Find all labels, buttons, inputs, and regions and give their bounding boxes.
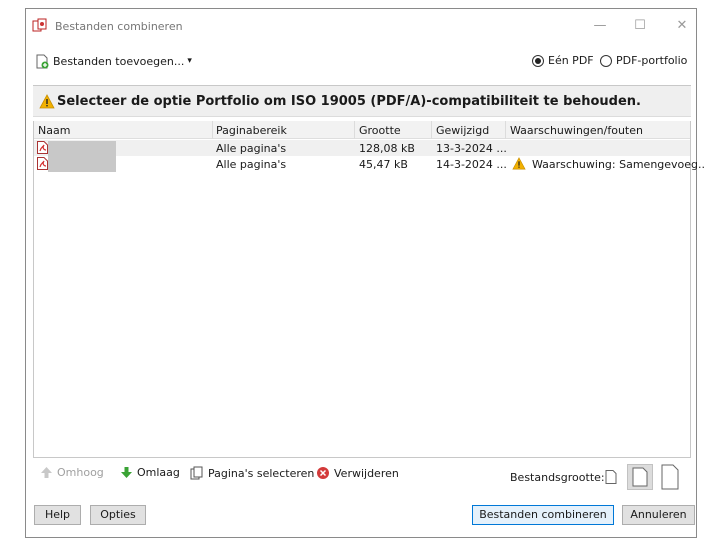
row-modified: 13-3-2024 ...: [436, 142, 507, 155]
minimize-button[interactable]: —: [586, 16, 614, 36]
move-up-label: Omhoog: [57, 466, 104, 479]
radio-pdf-portfolio-label: PDF-portfolio: [616, 54, 688, 67]
list-tools: Omhoog Omlaag Pagina's selecteren Verwij…: [34, 463, 692, 490]
select-pages-button[interactable]: Pagina's selecteren: [190, 466, 314, 480]
delete-button[interactable]: Verwijderen: [316, 466, 399, 480]
column-header-name[interactable]: Naam: [38, 124, 70, 137]
file-size-default-icon[interactable]: [627, 464, 653, 490]
table-row[interactable]: Alle pagina's 128,08 kB 13-3-2024 ...: [34, 140, 690, 158]
warning-icon: [39, 93, 55, 108]
row-size: 128,08 kB: [359, 142, 415, 155]
radio-pdf-portfolio[interactable]: PDF-portfolio: [600, 54, 687, 67]
cancel-button[interactable]: Annuleren: [622, 505, 695, 525]
pdf-file-icon: [37, 157, 48, 170]
radio-pdf-portfolio-indicator: [600, 54, 612, 67]
title-bar: Bestanden combineren — ☐ ✕: [26, 9, 696, 43]
add-files-label: Bestanden toevoegen...: [53, 54, 185, 68]
pdf-file-icon: [37, 141, 48, 154]
row-pages: Alle pagina's: [216, 142, 287, 155]
top-toolbar: Bestanden toevoegen... ▾ Eén PDF PDF-por…: [26, 47, 696, 75]
chevron-down-icon: ▾: [187, 56, 192, 66]
arrow-down-icon: [121, 467, 132, 478]
column-separator[interactable]: [212, 121, 213, 139]
add-file-icon: [36, 54, 49, 68]
pages-icon: [190, 466, 203, 480]
warning-icon: [512, 157, 526, 170]
options-button[interactable]: Opties: [90, 505, 146, 525]
radio-single-pdf-indicator: [532, 54, 544, 67]
add-files-button[interactable]: Bestanden toevoegen... ▾: [35, 52, 192, 70]
pdfa-warning-banner: Selecteer de optie Portfolio om ISO 1900…: [33, 85, 691, 117]
file-size-small-icon[interactable]: [604, 469, 618, 485]
row-modified: 14-3-2024 ...: [436, 158, 507, 171]
table-header: Naam Paginabereik Grootte Gewijzigd Waar…: [34, 121, 690, 139]
radio-single-pdf-label: Eén PDF: [548, 54, 594, 67]
move-down-button[interactable]: Omlaag: [120, 466, 180, 479]
files-table: Naam Paginabereik Grootte Gewijzigd Waar…: [33, 121, 704, 458]
row-warning: Waarschuwing: Samengevoeg...: [532, 158, 704, 171]
radio-single-pdf[interactable]: Eén PDF: [532, 54, 594, 67]
acrobat-combine-icon: [32, 18, 47, 32]
row-pages: Alle pagina's: [216, 158, 287, 171]
combine-files-button[interactable]: Bestanden combineren: [472, 505, 614, 525]
column-separator[interactable]: [354, 121, 355, 139]
delete-icon: [317, 467, 329, 479]
column-separator[interactable]: [505, 121, 506, 139]
close-button[interactable]: ✕: [668, 16, 696, 36]
column-header-warnings[interactable]: Waarschuwingen/fouten: [510, 124, 643, 137]
window-title: Bestanden combineren: [55, 20, 183, 33]
arrow-up-icon: [41, 467, 52, 478]
column-separator[interactable]: [431, 121, 432, 139]
warning-text: Selecteer de optie Portfolio om ISO 1900…: [57, 93, 641, 109]
delete-label: Verwijderen: [334, 466, 399, 480]
combine-files-dialog: Bestanden combineren — ☐ ✕ Bestanden toe…: [25, 8, 704, 538]
column-header-size[interactable]: Grootte: [359, 124, 401, 137]
move-up-button[interactable]: Omhoog: [40, 466, 104, 479]
file-name-redacted: [48, 155, 116, 172]
maximize-button[interactable]: ☐: [626, 16, 654, 36]
row-size: 45,47 kB: [359, 158, 408, 171]
column-header-modified[interactable]: Gewijzigd: [436, 124, 489, 137]
help-button[interactable]: Help: [34, 505, 81, 525]
file-size-label: Bestandsgrootte:: [510, 471, 605, 484]
select-pages-label: Pagina's selecteren: [208, 466, 315, 480]
column-header-pages[interactable]: Paginabereik: [216, 124, 287, 137]
move-down-label: Omlaag: [137, 466, 180, 479]
file-size-large-icon[interactable]: [660, 464, 680, 490]
table-row[interactable]: Alle pagina's 45,47 kB 14-3-2024 ... Waa…: [34, 155, 704, 172]
